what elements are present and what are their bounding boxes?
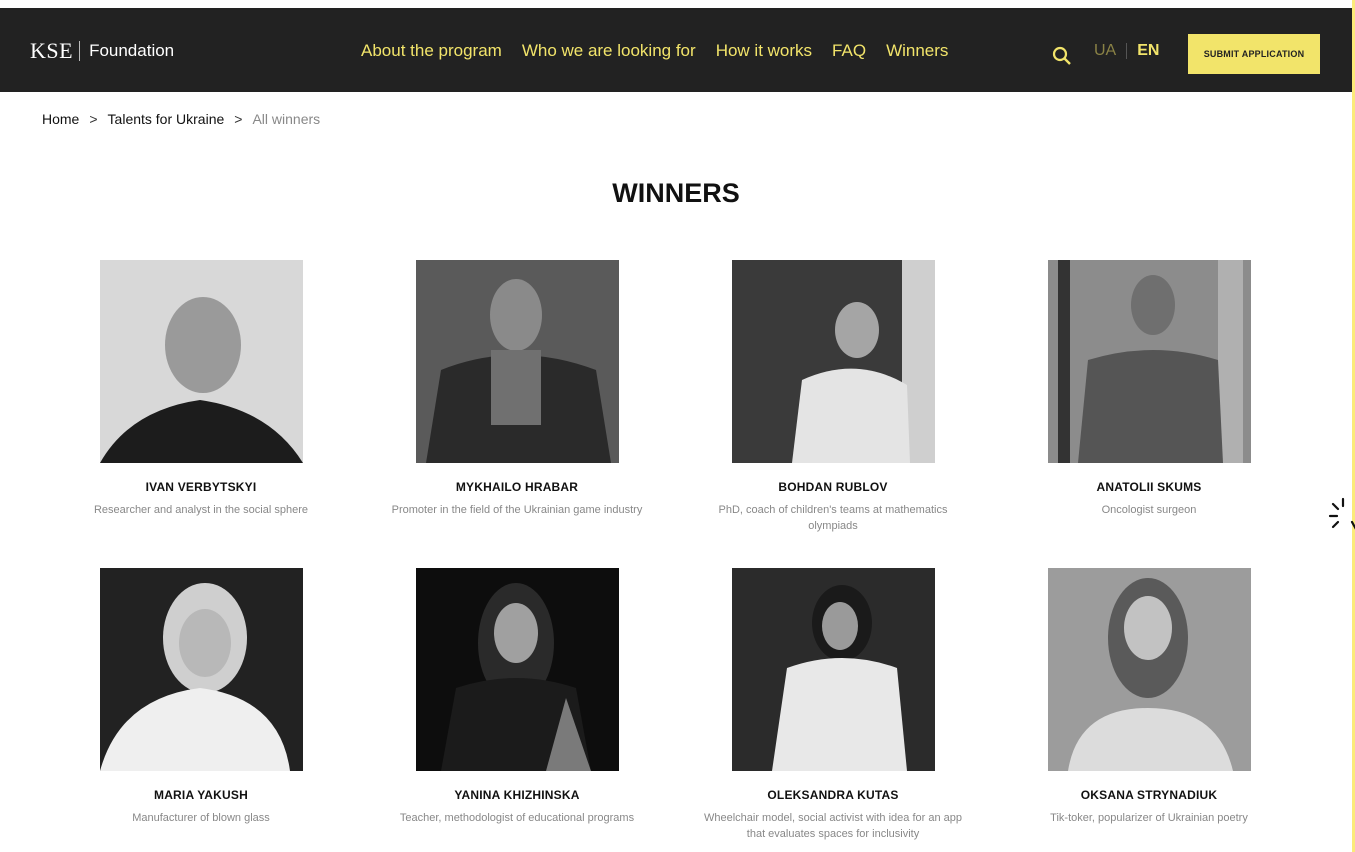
logo-text: Foundation — [89, 41, 175, 60]
winner-card[interactable]: YANINA KHIZHINSKA Teacher, methodologist… — [367, 568, 667, 826]
logo-mark: KSE — [30, 38, 74, 63]
winner-desc: Oncologist surgeon — [1101, 504, 1197, 516]
nav-who[interactable]: Who we are looking for — [522, 41, 696, 61]
breadcrumb-current: All winners — [252, 111, 321, 127]
winner-photo — [99, 260, 303, 463]
nav-faq[interactable]: FAQ — [832, 41, 866, 61]
search-icon[interactable] — [1052, 46, 1072, 66]
winner-photo — [415, 568, 619, 771]
breadcrumb: Home > Talents for Ukraine > All winners — [42, 111, 320, 127]
winner-desc: Tik-toker, popularizer of Ukrainian poet… — [1050, 812, 1248, 824]
winner-card[interactable]: MYKHAILO HRABAR Promoter in the field of… — [367, 260, 667, 518]
winner-desc: Manufacturer of blown glass — [132, 812, 270, 824]
lang-ua[interactable]: UA — [1094, 42, 1116, 60]
nav-how[interactable]: How it works — [716, 41, 812, 61]
chevron-right-icon: > — [234, 111, 243, 127]
winner-desc: PhD, coach of children's teams at mathem… — [718, 504, 948, 532]
winner-photo — [415, 260, 619, 463]
winner-card[interactable]: OLEKSANDRA KUTAS Wheelchair model, socia… — [683, 568, 983, 842]
winner-card[interactable]: OKSANA STRYNADIUK Tik-toker, popularizer… — [999, 568, 1299, 826]
winner-photo — [731, 260, 935, 463]
winner-card[interactable]: BOHDAN RUBLOV PhD, coach of children's t… — [683, 260, 983, 534]
winner-name: YANINA KHIZHINSKA — [454, 788, 580, 802]
winner-name: IVAN VERBYTSKYI — [145, 480, 257, 494]
winner-card[interactable]: MARIA YAKUSH Manufacturer of blown glass — [51, 568, 351, 826]
main-nav: About the program Who we are looking for… — [361, 41, 968, 61]
nav-about[interactable]: About the program — [361, 41, 502, 61]
logo[interactable]: KSE Foundation — [30, 38, 174, 64]
winner-name: MYKHAILO HRABAR — [455, 480, 579, 494]
logo-divider — [79, 41, 81, 61]
loading-spinner-icon — [1328, 496, 1355, 536]
winner-desc: Promoter in the field of the Ukrainian g… — [391, 504, 643, 516]
lang-en[interactable]: EN — [1137, 42, 1159, 60]
breadcrumb-talents[interactable]: Talents for Ukraine — [108, 111, 225, 127]
page-title: WINNERS — [612, 178, 740, 208]
winner-desc: Researcher and analyst in the social sph… — [93, 504, 308, 516]
winner-desc: Teacher, methodologist of educational pr… — [399, 812, 635, 824]
submit-application-button[interactable]: SUBMIT APPLICATION — [1188, 34, 1320, 74]
winner-photo — [1047, 260, 1251, 463]
winner-name: OKSANA STRYNADIUK — [1080, 788, 1218, 802]
winner-desc: Wheelchair model, social activist with i… — [703, 812, 962, 840]
nav-winners[interactable]: Winners — [886, 41, 948, 61]
lang-divider — [1126, 43, 1128, 59]
winner-name: OLEKSANDRA KUTAS — [767, 788, 899, 802]
winner-card[interactable]: ANATOLII SKUMS Oncologist surgeon — [999, 260, 1299, 518]
winner-name: BOHDAN RUBLOV — [778, 480, 888, 494]
page: KSE Foundation About the program Who we … — [0, 0, 1352, 852]
winner-name: MARIA YAKUSH — [154, 788, 248, 802]
chevron-right-icon: > — [89, 111, 98, 127]
breadcrumb-home[interactable]: Home — [42, 111, 79, 127]
language-switch: UA EN — [1094, 42, 1159, 60]
site-header: KSE Foundation About the program Who we … — [0, 8, 1352, 92]
winner-name: ANATOLII SKUMS — [1096, 480, 1202, 494]
winner-photo — [731, 568, 935, 771]
winner-card[interactable]: IVAN VERBYTSKYI Researcher and analyst i… — [51, 260, 351, 518]
winner-photo — [1047, 568, 1251, 771]
winner-photo — [99, 568, 303, 771]
